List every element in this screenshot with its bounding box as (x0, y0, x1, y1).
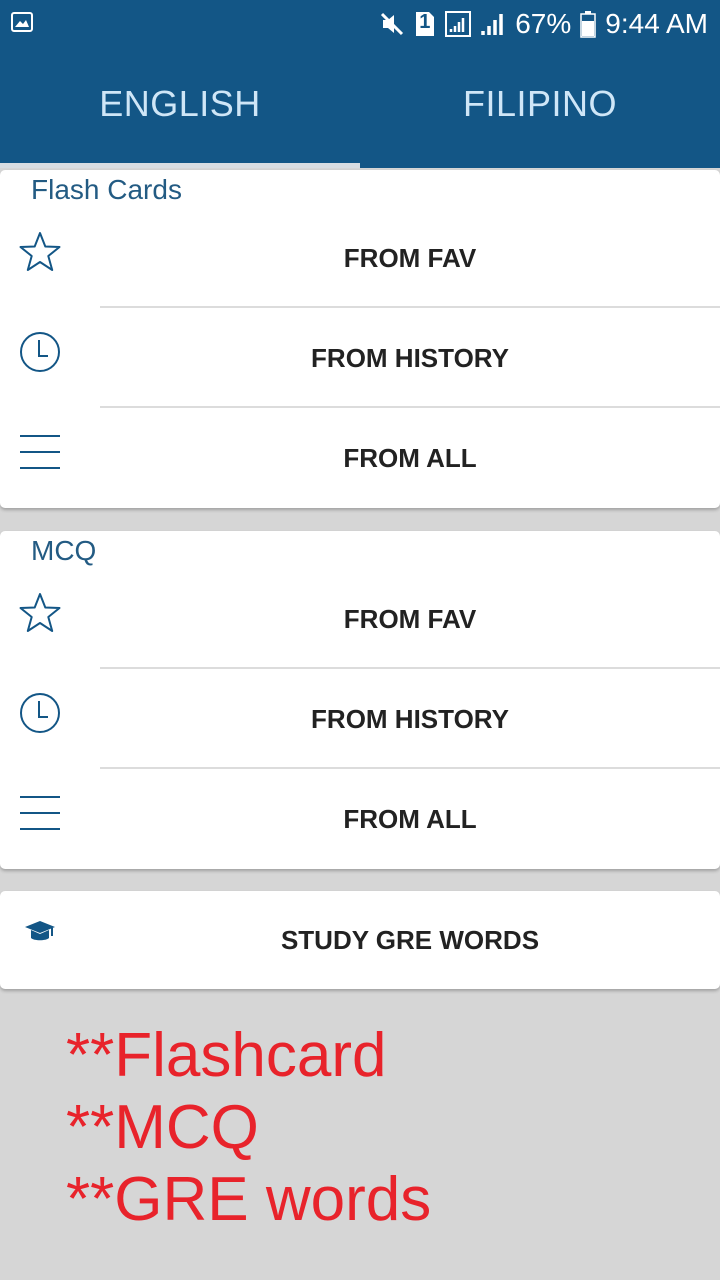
tab-filipino-label: FILIPINO (462, 83, 618, 124)
flash-cards-from-all[interactable]: FROM ALL (0, 408, 720, 508)
study-gre-words-button[interactable]: STUDY GRE WORDS (0, 891, 720, 989)
battery-percent: 67% (515, 8, 572, 39)
tab-filipino[interactable]: FILIPINO (360, 48, 720, 168)
mcq-from-fav[interactable]: FROM FAV (0, 569, 720, 669)
mcq-from-history-label: FROM HISTORY (311, 703, 509, 734)
flash-cards-from-all-label: FROM ALL (343, 442, 477, 473)
sim-icon: 1 (414, 10, 436, 38)
mcq-title: MCQ (31, 535, 97, 566)
graduation-cap-icon (24, 917, 56, 949)
annotation-text: **Flashcard **MCQ **GRE words (66, 1020, 431, 1236)
sim-badge: 1 (419, 11, 431, 33)
battery-icon (580, 10, 597, 38)
flash-cards-title: Flash Cards (31, 174, 182, 205)
flash-cards-from-fav[interactable]: FROM FAV (0, 208, 720, 308)
mute-icon (379, 11, 405, 37)
image-icon (10, 10, 34, 39)
mcq-from-all-label: FROM ALL (343, 803, 477, 834)
annotation-line-mcq: **MCQ (66, 1093, 259, 1162)
status-bar: 1 67% 9:44 AM (0, 0, 720, 48)
flash-cards-from-history[interactable]: FROM HISTORY (0, 308, 720, 408)
signal-icon (445, 11, 472, 37)
flash-cards-card: Flash Cards FROM FAV FROM HISTORY FROM A… (0, 170, 720, 508)
study-gre-words-label: STUDY GRE WORDS (280, 924, 540, 955)
clock-icon (18, 330, 62, 374)
tab-english-label: ENGLISH (99, 83, 261, 124)
mcq-from-history[interactable]: FROM HISTORY (0, 669, 720, 769)
flash-cards-from-history-label: FROM HISTORY (311, 342, 509, 373)
annotation-line-flashcard: **Flashcard (66, 1021, 387, 1090)
study-gre-words-card: STUDY GRE WORDS (0, 891, 720, 989)
tab-english[interactable]: ENGLISH (0, 48, 360, 168)
status-icons: 1 67% 9:44 AM (379, 8, 708, 40)
mcq-from-all[interactable]: FROM ALL (0, 769, 720, 869)
clock-time: 9:44 AM (605, 8, 708, 39)
star-icon (18, 230, 62, 274)
mcq-card: MCQ FROM FAV FROM HISTORY FROM ALL (0, 531, 720, 869)
mcq-from-fav-label: FROM FAV (343, 603, 477, 634)
list-icon (18, 430, 62, 474)
signal-strength-icon (480, 11, 506, 37)
clock-icon (18, 691, 62, 735)
tab-bar: ENGLISH FILIPINO (0, 48, 720, 168)
list-icon (18, 791, 62, 835)
flash-cards-from-fav-label: FROM FAV (343, 242, 477, 273)
annotation-line-gre-words: **GRE words (66, 1165, 432, 1234)
star-icon (18, 591, 62, 635)
